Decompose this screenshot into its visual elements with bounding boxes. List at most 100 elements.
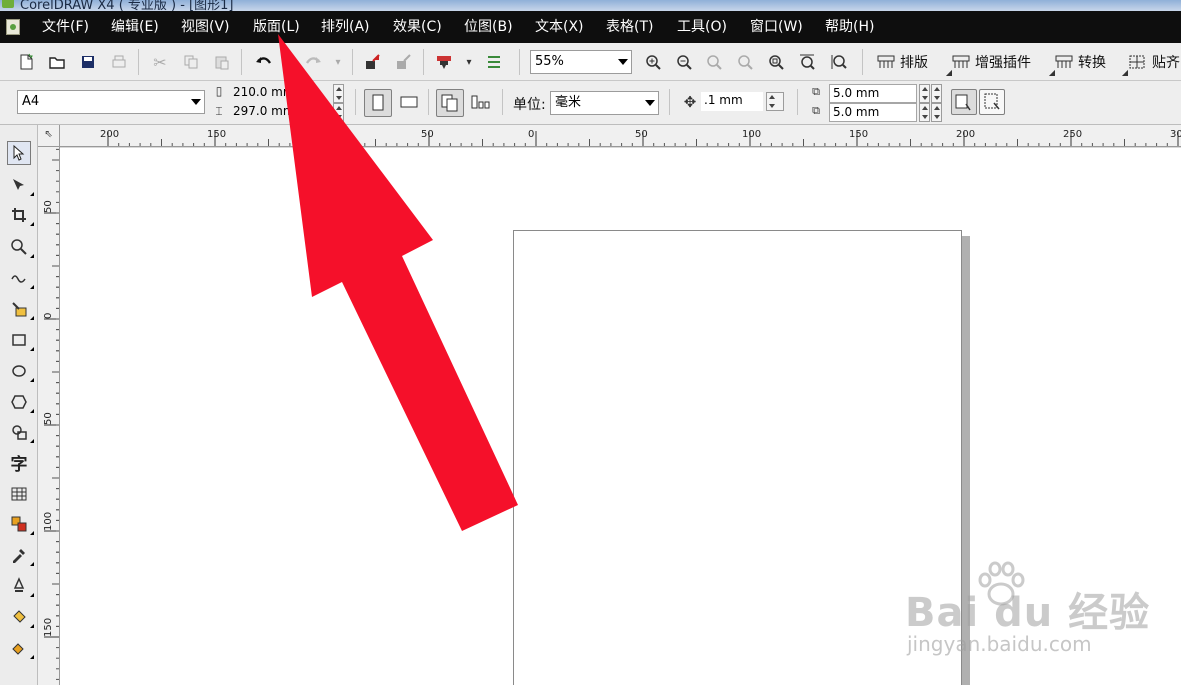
application-launcher-icon[interactable] xyxy=(433,51,455,73)
page-width-spinner[interactable] xyxy=(333,84,344,103)
duplicate-x-field[interactable]: 5.0 mm xyxy=(829,84,917,103)
menu-text[interactable]: 文本(X) xyxy=(535,11,584,43)
horizontal-ruler[interactable]: 200 150 100 50 0 50 100 150 200 250 300 xyxy=(60,125,1181,147)
crop-tool-icon[interactable] xyxy=(7,203,34,227)
coreldraw-window: CorelDRAW X4 ( 专业版 ) - [图形1] 文件(F) 编辑(E)… xyxy=(0,0,1181,685)
save-icon[interactable] xyxy=(77,51,99,73)
menu-window[interactable]: 窗口(W) xyxy=(750,11,803,43)
application-launcher-dropdown-icon[interactable]: ▾ xyxy=(458,51,480,73)
shape-tool-icon[interactable] xyxy=(7,173,34,197)
menu-help[interactable]: 帮助(H) xyxy=(825,11,874,43)
current-page-icon[interactable] xyxy=(470,91,492,113)
zoom-page-height-icon[interactable] xyxy=(827,51,849,73)
zoom-all-objects-icon[interactable] xyxy=(734,51,756,73)
duplicate-y-field[interactable]: 5.0 mm xyxy=(829,103,917,122)
fill-tool-icon[interactable] xyxy=(7,605,34,629)
nudge-field[interactable]: .1 mm xyxy=(701,92,763,111)
enhance-plugin-icon[interactable] xyxy=(950,51,972,73)
pick-tool-icon[interactable] xyxy=(7,141,31,165)
menu-view[interactable]: 视图(V) xyxy=(181,11,230,43)
paste-icon[interactable] xyxy=(211,51,233,73)
vertical-ruler[interactable]: 50 0 50 100 150 xyxy=(38,147,60,685)
toolbox: 字 xyxy=(0,125,38,685)
text-tool-icon[interactable]: 字 xyxy=(7,450,31,475)
layout-plugin-icon[interactable] xyxy=(875,51,897,73)
page-width-value: 210.0 mm xyxy=(233,85,295,99)
snap-plugin-label[interactable]: 贴齐 xyxy=(1152,52,1180,72)
interactive-blend-tool-icon[interactable] xyxy=(7,512,34,536)
toolbar-separator xyxy=(519,49,520,75)
zoom-tool-icon[interactable] xyxy=(7,235,34,259)
copy-icon[interactable] xyxy=(180,51,202,73)
smart-fill-tool-icon[interactable] xyxy=(7,297,34,321)
layout-plugin-label[interactable]: 排版 xyxy=(900,52,928,72)
ellipse-tool-icon[interactable] xyxy=(7,359,34,383)
open-folder-icon[interactable] xyxy=(46,51,68,73)
vertical-ruler-ticks: 50 0 50 100 150 xyxy=(43,148,59,680)
undo-dropdown-icon[interactable]: ▾ xyxy=(277,51,299,73)
toolbar-separator xyxy=(797,89,798,115)
duplicate-x-spinner-2[interactable] xyxy=(931,84,942,103)
duplicate-y-spinner[interactable] xyxy=(919,103,930,122)
ruler-origin-icon[interactable]: ⇖ xyxy=(38,125,60,147)
menu-arrange[interactable]: 排列(A) xyxy=(321,11,370,43)
polygon-tool-icon[interactable] xyxy=(7,390,34,414)
menu-edit[interactable]: 编辑(E) xyxy=(111,11,159,43)
zoom-out-icon[interactable] xyxy=(673,51,695,73)
enhance-plugin-label[interactable]: 增强插件 xyxy=(975,52,1031,72)
menu-tools[interactable]: 工具(O) xyxy=(677,11,727,43)
basic-shapes-tool-icon[interactable] xyxy=(7,420,34,444)
menu-file[interactable]: 文件(F) xyxy=(42,11,89,43)
draw-mode-button[interactable] xyxy=(979,89,1005,115)
page-height-spinner[interactable] xyxy=(333,103,344,122)
welcome-screen-icon[interactable] xyxy=(483,51,505,73)
title-bar: CorelDRAW X4 ( 专业版 ) - [图形1] xyxy=(0,0,1181,11)
interactive-fill-tool-icon[interactable] xyxy=(7,636,34,660)
convert-plugin-label[interactable]: 转换 xyxy=(1078,52,1106,72)
nudge-spinner[interactable] xyxy=(766,92,784,111)
page-a4[interactable] xyxy=(513,230,962,685)
portrait-button[interactable] xyxy=(364,89,392,117)
export-icon[interactable] xyxy=(393,51,415,73)
page-width-field[interactable]: 210.0 mm xyxy=(230,84,322,103)
landscape-icon[interactable] xyxy=(398,91,420,113)
zoom-selected-icon[interactable] xyxy=(703,51,725,73)
convert-plugin-icon[interactable] xyxy=(1053,51,1075,73)
all-pages-button[interactable] xyxy=(436,89,464,117)
units-combo[interactable]: 毫米 xyxy=(550,91,659,115)
redo-icon[interactable] xyxy=(302,51,324,73)
eyedropper-tool-icon[interactable] xyxy=(7,543,34,567)
chevron-down-icon xyxy=(645,100,655,106)
outline-tool-icon[interactable] xyxy=(7,574,34,598)
menu-effects[interactable]: 效果(C) xyxy=(393,11,442,43)
toolbar-separator xyxy=(669,89,670,115)
table-tool-icon[interactable] xyxy=(7,482,31,506)
ruler-tick-label: 50 xyxy=(635,129,648,140)
treat-as-filled-button[interactable] xyxy=(951,89,977,115)
new-document-icon[interactable] xyxy=(15,51,37,73)
cut-icon[interactable]: ✂ xyxy=(149,51,171,73)
paper-size-combo[interactable]: A4 xyxy=(17,90,205,114)
zoom-page-width-icon[interactable] xyxy=(796,51,818,73)
undo-icon[interactable] xyxy=(253,51,275,73)
duplicate-y-spinner-2[interactable] xyxy=(931,103,942,122)
redo-dropdown-icon[interactable]: ▾ xyxy=(327,51,349,73)
zoom-in-icon[interactable] xyxy=(642,51,664,73)
property-bar: A4 ▯ 210.0 mm ⌶ 297.0 mm 单位: 毫米 ✥ .1 mm … xyxy=(0,81,1181,125)
menu-bitmaps[interactable]: 位图(B) xyxy=(464,11,513,43)
menu-layout[interactable]: 版面(L) xyxy=(253,11,300,43)
freehand-tool-icon[interactable] xyxy=(7,266,34,290)
duplicate-x-spinner[interactable] xyxy=(919,84,930,103)
page-height-field[interactable]: 297.0 mm xyxy=(230,103,322,122)
snap-plugin-icon[interactable] xyxy=(1126,51,1148,73)
zoom-level-combo[interactable]: 55% xyxy=(530,50,632,74)
duplicate-y-value: 5.0 mm xyxy=(833,105,880,119)
menu-table[interactable]: 表格(T) xyxy=(606,11,653,43)
rectangle-tool-icon[interactable] xyxy=(7,328,34,352)
ruler-tick-label: 100 xyxy=(742,129,761,140)
print-icon[interactable] xyxy=(108,51,130,73)
zoom-page-icon[interactable] xyxy=(765,51,787,73)
import-icon[interactable] xyxy=(362,51,384,73)
ruler-tick-label: 0 xyxy=(528,129,534,140)
document-icon[interactable] xyxy=(6,19,20,35)
